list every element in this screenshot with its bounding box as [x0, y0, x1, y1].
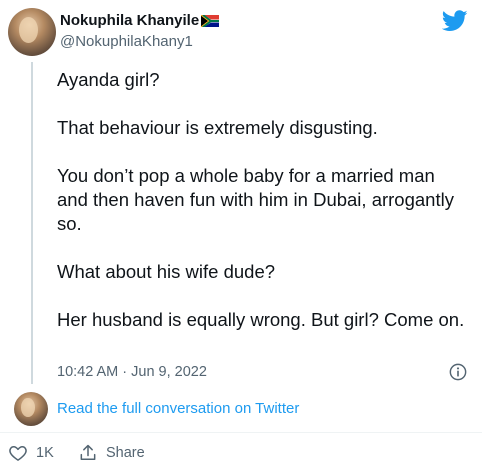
tweet-paragraph: Ayanda girl?: [57, 69, 160, 90]
embedded-tweet-card: Nokuphila Khanyile @NokuphilaKhany1 Ayan…: [0, 0, 482, 468]
tweet-paragraph: That behaviour is extremely disgusting.: [57, 117, 378, 138]
heart-icon: [9, 446, 27, 461]
divider: [0, 432, 482, 433]
user-name-row[interactable]: Nokuphila Khanyile: [60, 12, 220, 29]
share-icon: [80, 444, 96, 460]
share-button[interactable]: Share: [78, 443, 145, 463]
thread-line: [31, 62, 33, 384]
user-avatar[interactable]: [8, 8, 56, 56]
tweet-paragraph: You don’t pop a whole baby for a married…: [57, 165, 454, 234]
conversation-avatar: [14, 392, 48, 426]
like-count: 1K: [36, 445, 54, 461]
tweet-paragraph: What about his wife dude?: [57, 261, 276, 282]
tweet-timestamp[interactable]: 10:42 AM · Jun 9, 2022: [57, 364, 207, 380]
read-full-conversation-link[interactable]: Read the full conversation on Twitter: [57, 400, 299, 417]
south-africa-flag-icon: [200, 13, 220, 28]
tweet-text: Ayanda girl? That behaviour is extremely…: [57, 68, 469, 332]
twitter-bird-icon[interactable]: [442, 10, 468, 32]
share-label: Share: [106, 445, 145, 461]
like-button[interactable]: 1K: [8, 443, 54, 463]
user-handle[interactable]: @NokuphilaKhany1: [60, 33, 193, 50]
tweet-paragraph: Her husband is equally wrong. But girl? …: [57, 309, 465, 330]
info-icon[interactable]: [449, 363, 467, 381]
user-name[interactable]: Nokuphila Khanyile: [60, 12, 199, 29]
